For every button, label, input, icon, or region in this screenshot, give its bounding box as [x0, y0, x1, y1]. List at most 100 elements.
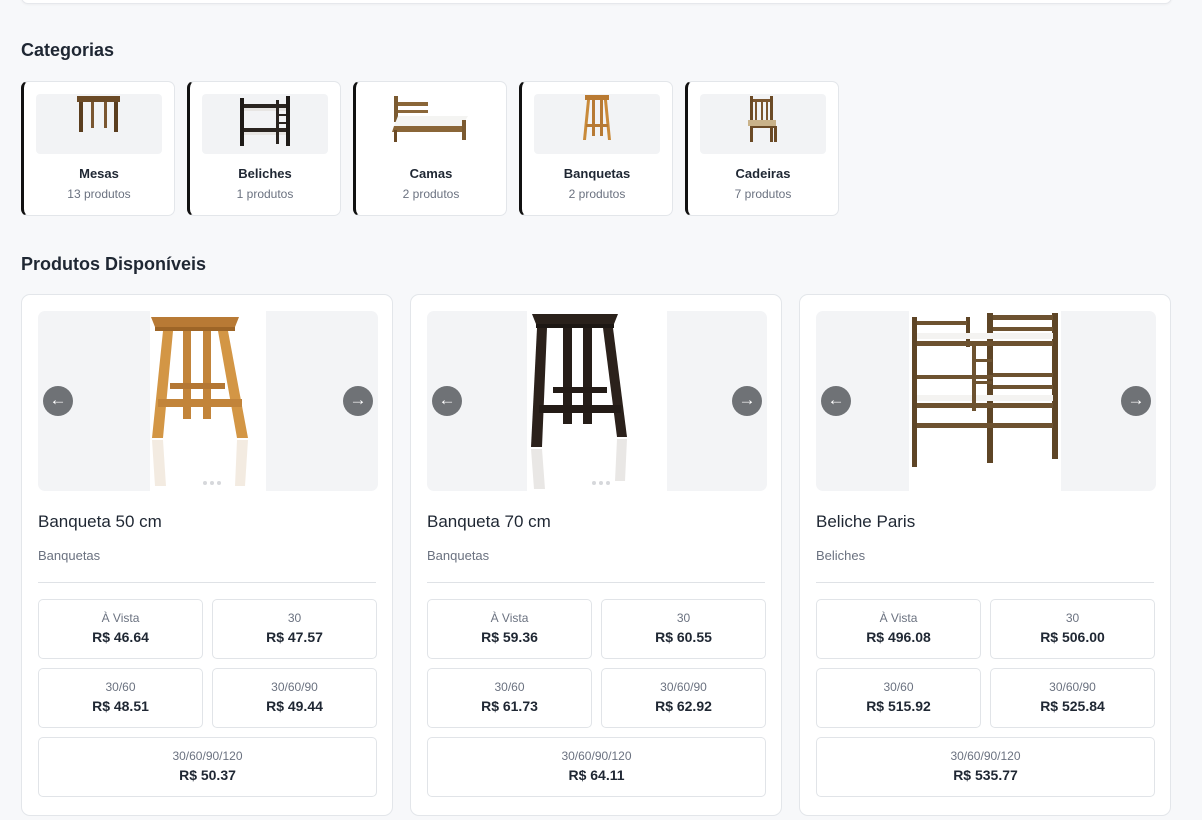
- product-category: Banquetas: [38, 548, 101, 563]
- dark-wood-stool-image: [427, 311, 767, 491]
- price-option[interactable]: 30/60/90 R$ 62.92: [601, 668, 766, 728]
- categories-title: Categorias: [21, 40, 115, 60]
- category-name: Beliches: [238, 166, 292, 181]
- carousel-dot[interactable]: [216, 481, 221, 485]
- carousel-dot[interactable]: [202, 481, 207, 485]
- product-category: Beliches: [816, 548, 866, 563]
- price-value: R$ 515.92: [866, 698, 931, 714]
- price-option[interactable]: 30/60 R$ 515.92: [816, 668, 981, 728]
- category-card-beliches[interactable]: Beliches 1 produtos: [187, 81, 341, 216]
- bed-image: [368, 94, 494, 154]
- carousel-prev-button[interactable]: ←: [43, 386, 73, 416]
- price-value: R$ 48.51: [92, 698, 149, 714]
- price-grid: À Vista R$ 46.64 30 R$ 47.57 30/60 R$ 48…: [38, 599, 378, 797]
- price-grid: À Vista R$ 59.36 30 R$ 60.55 30/60 R$ 61…: [427, 599, 767, 797]
- product-name: Banqueta 50 cm: [38, 512, 162, 531]
- price-label: À Vista: [490, 611, 529, 625]
- price-label: 30: [287, 611, 302, 625]
- price-label: 30/60: [105, 680, 136, 694]
- divider: [816, 582, 1154, 583]
- category-count: 1 produtos: [236, 187, 294, 201]
- bunk-bed-image: [816, 311, 1156, 491]
- carousel-next-button[interactable]: →: [1121, 386, 1151, 416]
- price-value: R$ 535.77: [953, 767, 1018, 783]
- category-card-cadeiras[interactable]: Cadeiras 7 produtos: [685, 81, 839, 216]
- carousel-prev-button[interactable]: ←: [821, 386, 851, 416]
- divider: [38, 582, 376, 583]
- price-option[interactable]: À Vista R$ 59.36: [427, 599, 592, 659]
- price-value: R$ 50.37: [179, 767, 236, 783]
- price-option[interactable]: 30/60/90/120 R$ 64.11: [427, 737, 766, 797]
- carousel-dot[interactable]: [591, 481, 596, 485]
- price-value: R$ 49.44: [266, 698, 323, 714]
- products-list: ← → Banqueta 50 cm Banquetas À Vista R$ …: [21, 294, 1171, 816]
- carousel-dot[interactable]: [209, 481, 214, 485]
- product-card: ← → Banqueta 70 cm Banquetas À Vista R$ …: [410, 294, 782, 816]
- category-count: 7 produtos: [734, 187, 792, 201]
- price-option[interactable]: 30 R$ 47.57: [212, 599, 377, 659]
- carousel-dots: [427, 481, 767, 485]
- price-value: R$ 60.55: [655, 629, 712, 645]
- category-count: 2 produtos: [402, 187, 460, 201]
- category-count: 2 produtos: [568, 187, 626, 201]
- carousel-dot[interactable]: [598, 481, 603, 485]
- price-value: R$ 506.00: [1040, 629, 1105, 645]
- price-option[interactable]: 30/60 R$ 48.51: [38, 668, 203, 728]
- carousel-next-button[interactable]: →: [343, 386, 373, 416]
- price-value: R$ 525.84: [1040, 698, 1105, 714]
- price-label: À Vista: [879, 611, 918, 625]
- carousel-dot[interactable]: [605, 481, 610, 485]
- category-count: 13 produtos: [67, 187, 131, 201]
- category-card-mesas[interactable]: Mesas 13 produtos: [21, 81, 175, 216]
- category-name: Camas: [409, 166, 453, 181]
- price-label: 30/60/90/120: [950, 749, 1021, 763]
- divider: [427, 582, 765, 583]
- carousel-dot[interactable]: [584, 481, 589, 485]
- price-option[interactable]: 30/60/90 R$ 49.44: [212, 668, 377, 728]
- carousel-prev-button[interactable]: ←: [432, 386, 462, 416]
- price-label: 30/60/90: [271, 680, 318, 694]
- price-label: 30: [1065, 611, 1080, 625]
- price-label: 30/60/90: [660, 680, 707, 694]
- price-option[interactable]: 30/60/90/120 R$ 535.77: [816, 737, 1155, 797]
- category-name: Banquetas: [563, 166, 631, 181]
- product-name: Beliche Paris: [816, 512, 916, 531]
- price-option[interactable]: À Vista R$ 496.08: [816, 599, 981, 659]
- price-value: R$ 64.11: [568, 767, 625, 783]
- price-label: 30/60: [494, 680, 525, 694]
- price-grid: À Vista R$ 496.08 30 R$ 506.00 30/60 R$ …: [816, 599, 1156, 797]
- category-name: Mesas: [79, 166, 119, 181]
- category-card-banquetas[interactable]: Banquetas 2 produtos: [519, 81, 673, 216]
- category-name: Cadeiras: [735, 166, 791, 181]
- price-option[interactable]: 30 R$ 506.00: [990, 599, 1155, 659]
- carousel-dot[interactable]: [195, 481, 200, 485]
- chair-image: [700, 94, 826, 154]
- table-image: [36, 94, 162, 154]
- product-card: ← → Banqueta 50 cm Banquetas À Vista R$ …: [21, 294, 393, 816]
- price-label: 30/60: [883, 680, 914, 694]
- price-option[interactable]: À Vista R$ 46.64: [38, 599, 203, 659]
- price-option[interactable]: 30/60/90/120 R$ 50.37: [38, 737, 377, 797]
- price-label: 30/60/90/120: [561, 749, 632, 763]
- price-label: À Vista: [101, 611, 140, 625]
- products-title: Produtos Disponíveis: [21, 254, 207, 274]
- price-value: R$ 496.08: [866, 629, 931, 645]
- product-name: Banqueta 70 cm: [427, 512, 551, 531]
- product-category: Banquetas: [427, 548, 490, 563]
- product-card: ← → Beliche Paris Beliches À Vista R$ 49…: [799, 294, 1171, 816]
- price-value: R$ 61.73: [481, 698, 538, 714]
- carousel-next-button[interactable]: →: [732, 386, 762, 416]
- price-value: R$ 62.92: [655, 698, 712, 714]
- price-label: 30: [676, 611, 691, 625]
- price-value: R$ 46.64: [92, 629, 149, 645]
- bunk-bed-image: [202, 94, 328, 154]
- carousel-dots: [38, 481, 378, 485]
- product-carousel: ← →: [816, 311, 1156, 491]
- product-carousel: ← →: [38, 311, 378, 491]
- price-option[interactable]: 30/60/90 R$ 525.84: [990, 668, 1155, 728]
- price-option[interactable]: 30 R$ 60.55: [601, 599, 766, 659]
- category-card-camas[interactable]: Camas 2 produtos: [353, 81, 507, 216]
- price-option[interactable]: 30/60 R$ 61.73: [427, 668, 592, 728]
- product-carousel: ← →: [427, 311, 767, 491]
- price-label: 30/60/90: [1049, 680, 1096, 694]
